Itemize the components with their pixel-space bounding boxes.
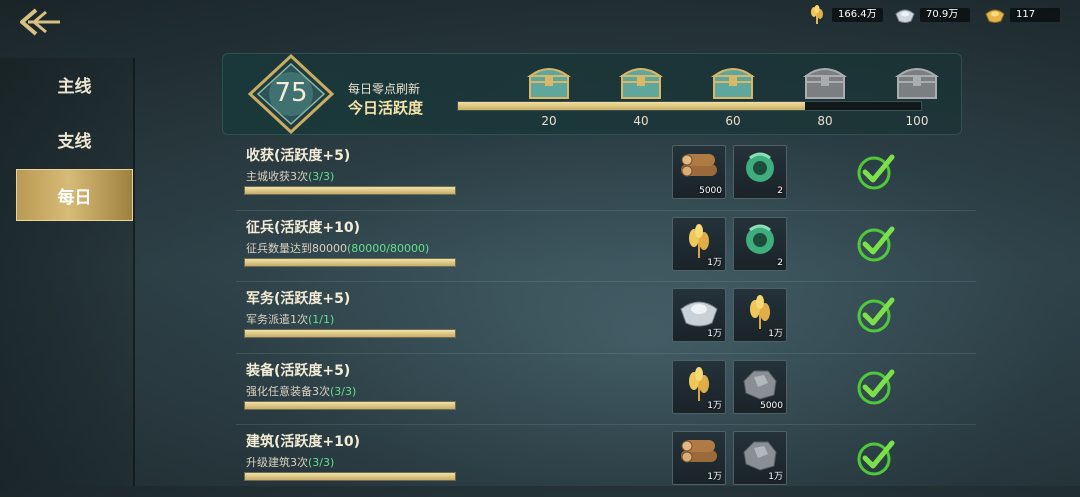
- task-title: 军务(活跃度+5): [246, 291, 351, 307]
- task-title: 装备(活跃度+5): [246, 362, 351, 379]
- resource-grain[interactable]: 166.4万: [806, 5, 883, 24]
- reward-item[interactable]: 1万: [672, 431, 726, 485]
- reward-item[interactable]: 1万: [672, 216, 726, 271]
- task-progress-text: (1/1): [308, 313, 335, 326]
- silver-ingot-icon: [895, 9, 915, 23]
- reward-quantity: 5000: [760, 400, 783, 411]
- sidebar-divider: [133, 58, 135, 486]
- reward-quantity: 2: [777, 186, 783, 196]
- back-arrow-icon: [20, 8, 60, 36]
- reward-quantity: 5000: [699, 186, 722, 196]
- reward-quantity: 2: [777, 257, 783, 268]
- treasure-chest-icon: [894, 68, 940, 99]
- gold-value: 117: [1010, 8, 1060, 22]
- task-progress-fill: [245, 187, 455, 194]
- activity-refresh-note: 每日零点刷新: [348, 82, 421, 96]
- activity-progress-fill: [458, 102, 806, 110]
- check-complete-icon: [857, 440, 895, 476]
- treasure-chest-icon: [710, 68, 756, 99]
- task-separator: [236, 352, 976, 354]
- resource-silver[interactable]: 70.9万: [894, 6, 970, 24]
- treasure-chest-icon: [618, 68, 664, 99]
- reward-chest-80[interactable]: [802, 62, 848, 100]
- reward-quantity: 1万: [768, 472, 783, 482]
- jade-dragon-icon: [746, 152, 774, 182]
- reward-quantity: 1万: [707, 329, 722, 339]
- reward-quantity: 1万: [768, 329, 783, 339]
- task-description: 主城收获3次(3/3): [246, 170, 335, 183]
- task-progress-fill: [245, 401, 455, 409]
- task-title: 收获(活跃度+5): [246, 148, 351, 164]
- task-progress-bar: [244, 186, 456, 195]
- task-progress-bar: [244, 472, 456, 481]
- gold-ingot-icon: [985, 9, 1005, 23]
- reward-item[interactable]: 1万: [672, 288, 726, 342]
- reward-quantity: 1万: [707, 472, 722, 482]
- task-progress-bar: [244, 400, 456, 410]
- task-title: 建筑(活跃度+10): [246, 434, 361, 450]
- task-progress-text: (3/3): [308, 170, 335, 183]
- check-complete-icon: [857, 226, 895, 261]
- grain-value: 166.4万: [832, 8, 883, 22]
- milestone-label: 60: [725, 114, 741, 128]
- activity-progress-bar: [457, 101, 922, 111]
- reward-item[interactable]: 2: [733, 145, 787, 199]
- milestone-label: 100: [905, 114, 929, 128]
- task-progress-text: (3/3): [308, 456, 335, 469]
- check-complete-icon: [857, 297, 895, 333]
- task-row: 军务(活跃度+5) 军务派遣1次(1/1) 1万 1万: [236, 284, 976, 354]
- tab-main-quest[interactable]: 主线: [16, 58, 133, 110]
- task-title: 征兵(活跃度+10): [246, 219, 361, 236]
- reward-item[interactable]: 5000: [733, 359, 787, 414]
- task-separator: [236, 424, 976, 425]
- silver-value: 70.9万: [920, 8, 970, 22]
- check-complete-icon: [857, 369, 895, 404]
- reward-item[interactable]: 5000: [672, 145, 726, 199]
- task-progress-text: (80000/80000): [347, 241, 430, 255]
- milestone-label: 40: [633, 114, 649, 128]
- treasure-chest-icon: [526, 68, 572, 99]
- task-separator: [236, 209, 976, 211]
- task-row: 收获(活跃度+5) 主城收获3次(3/3) 5000 2: [236, 141, 976, 211]
- task-progress-fill: [245, 330, 455, 337]
- tab-daily[interactable]: 每日: [16, 169, 133, 221]
- milestone-label: 80: [817, 114, 833, 128]
- task-description: 征兵数量达到80000(80000/80000): [246, 241, 430, 255]
- task-description: 强化任意装备3次(3/3): [246, 384, 357, 398]
- reward-item[interactable]: 1万: [733, 431, 787, 485]
- reward-chest-100[interactable]: [894, 62, 940, 100]
- reward-chest-40[interactable]: [618, 62, 664, 100]
- task-progress-fill: [245, 258, 455, 266]
- task-row: 建筑(活跃度+10) 升级建筑3次(3/3) 1万 1万: [236, 427, 976, 497]
- activity-title: 今日活跃度: [348, 99, 424, 117]
- milestone-label: 20: [541, 114, 557, 128]
- reward-item[interactable]: 2: [733, 216, 787, 271]
- reward-quantity: 1万: [707, 400, 722, 411]
- check-complete-icon: [857, 154, 895, 190]
- reward-item[interactable]: 1万: [733, 288, 787, 342]
- task-progress-bar: [244, 329, 456, 338]
- task-separator: [236, 281, 976, 282]
- treasure-chest-icon: [802, 68, 848, 99]
- tab-side-quest[interactable]: 支线: [16, 113, 133, 165]
- task-row: 装备(活跃度+5) 强化任意装备3次(3/3) 1万 5000: [236, 356, 976, 426]
- activity-score: 75: [274, 78, 308, 108]
- wood-log-icon: [681, 154, 717, 177]
- task-description: 升级建筑3次(3/3): [246, 456, 335, 469]
- jade-dragon-icon: [746, 224, 774, 254]
- task-progress-fill: [245, 473, 455, 480]
- resource-gold[interactable]: 117: [984, 6, 1060, 24]
- reward-chest-20[interactable]: [526, 62, 572, 100]
- task-description: 军务派遣1次(1/1): [246, 313, 335, 326]
- wheat-icon: [811, 5, 823, 24]
- task-row: 征兵(活跃度+10) 征兵数量达到80000(80000/80000) 1万 2: [236, 213, 976, 283]
- reward-chest-60[interactable]: [710, 62, 756, 100]
- task-progress-bar: [244, 257, 456, 267]
- task-progress-text: (3/3): [330, 384, 357, 398]
- back-button[interactable]: [18, 6, 62, 38]
- reward-quantity: 1万: [707, 257, 722, 268]
- reward-item[interactable]: 1万: [672, 359, 726, 414]
- stone-ore-icon: [743, 370, 777, 400]
